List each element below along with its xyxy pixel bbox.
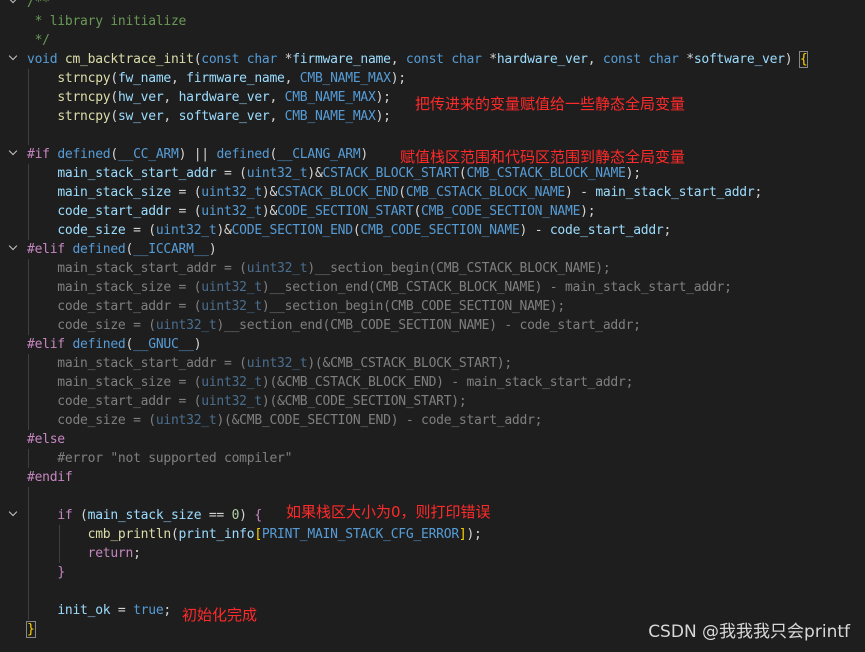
code-text: strncpy(fw_name, firmware_name, CMB_NAME… xyxy=(57,71,406,86)
code-text: void cm_backtrace_init(const char *firmw… xyxy=(27,51,809,68)
code-text: #elif defined(__ICCARM__) xyxy=(27,242,217,257)
code-line[interactable]: #error "not supported compiler" xyxy=(0,449,865,468)
code-line[interactable]: main_stack_size = (uint32_t)(&CMB_CSTACK… xyxy=(0,373,865,392)
code-line[interactable] xyxy=(0,126,865,145)
code-line[interactable]: * library initialize xyxy=(0,12,865,31)
code-text: code_start_addr = (uint32_t)__section_be… xyxy=(27,299,565,314)
code-text: main_stack_start_addr = (uint32_t)__sect… xyxy=(27,261,611,276)
code-line[interactable]: code_start_addr = (uint32_t)&CODE_SECTIO… xyxy=(0,202,865,221)
code-text: #error "not supported compiler" xyxy=(27,451,293,466)
code-line[interactable]: code_size = (uint32_t)(&CMB_CODE_SECTION… xyxy=(0,411,865,430)
code-text: code_start_addr = (uint32_t)&CODE_SECTIO… xyxy=(57,204,596,219)
code-line[interactable]: /** xyxy=(0,0,865,12)
annotation-assign-ranges: 赋值栈区范围和代码区范围到静态全局变量 xyxy=(400,148,686,166)
code-text: cmb_println(print_info[PRINT_MAIN_STACK_… xyxy=(87,527,482,542)
fold-chevron-icon[interactable] xyxy=(8,148,20,160)
code-text: code_size = (uint32_t)(&CMB_CODE_SECTION… xyxy=(27,413,543,428)
code-text: #endif xyxy=(27,470,73,485)
fold-chevron-icon[interactable] xyxy=(8,53,20,65)
code-text: /** xyxy=(27,0,50,10)
code-editor[interactable]: /** * library initialize */ void cm_back… xyxy=(0,0,865,652)
code-line[interactable]: main_stack_start_addr = (uint32_t)__sect… xyxy=(0,259,865,278)
code-line[interactable]: } xyxy=(0,563,865,582)
code-line[interactable]: strncpy(fw_name, firmware_name, CMB_NAME… xyxy=(0,69,865,88)
code-text: return; xyxy=(87,546,141,561)
code-text: code_start_addr = (uint32_t)(&CMB_CODE_S… xyxy=(27,394,467,409)
fold-chevron-icon[interactable] xyxy=(8,243,20,255)
code-line[interactable]: #else xyxy=(0,430,865,449)
fold-chevron-icon[interactable] xyxy=(8,509,20,521)
code-line[interactable]: cmb_println(print_info[PRINT_MAIN_STACK_… xyxy=(0,525,865,544)
code-line[interactable]: #endif xyxy=(0,468,865,487)
indent-guide xyxy=(28,126,29,145)
watermark: CSDN @我我我只会printf xyxy=(648,622,850,642)
code-text: main_stack_start_addr = (uint32_t)(&CMB_… xyxy=(27,356,512,371)
code-text: } xyxy=(57,565,65,580)
annotation-init-done: 初始化完成 xyxy=(182,606,258,624)
annotation-copy-vars: 把传进来的变量赋值给一些静态全局变量 xyxy=(415,95,686,113)
code-text: code_size = (uint32_t)&CODE_SECTION_END(… xyxy=(57,223,672,238)
code-text: init_ok = true; xyxy=(57,603,171,618)
code-line[interactable]: void cm_backtrace_init(const char *firmw… xyxy=(0,50,865,69)
code-line[interactable]: main_stack_size = (uint32_t)&CSTACK_BLOC… xyxy=(0,183,865,202)
code-line[interactable]: #elif defined(__ICCARM__) xyxy=(0,240,865,259)
code-line[interactable]: main_stack_size = (uint32_t)__section_en… xyxy=(0,278,865,297)
code-text: #if defined(__CC_ARM) || defined(__CLANG… xyxy=(27,147,368,162)
code-text: main_stack_size = (uint32_t)(&CMB_CSTACK… xyxy=(27,375,634,390)
code-text: main_stack_size = (uint32_t)&CSTACK_BLOC… xyxy=(57,185,763,200)
code-text: strncpy(sw_ver, software_ver, CMB_NAME_M… xyxy=(57,109,391,124)
code-line[interactable]: return; xyxy=(0,544,865,563)
annotation-check-stack: 如果栈区大小为0，则打印错误 xyxy=(286,503,491,521)
code-line[interactable]: main_stack_start_addr = (uint32_t)(&CMB_… xyxy=(0,354,865,373)
code-line[interactable] xyxy=(0,582,865,601)
code-text: main_stack_size = (uint32_t)__section_en… xyxy=(27,280,732,295)
code-line[interactable]: code_size = (uint32_t)__section_end(CMB_… xyxy=(0,316,865,335)
code-line[interactable]: */ xyxy=(0,31,865,50)
code-text: #else xyxy=(27,432,65,447)
code-text: */ xyxy=(27,33,50,48)
code-line[interactable]: code_start_addr = (uint32_t)(&CMB_CODE_S… xyxy=(0,392,865,411)
code-line[interactable]: code_start_addr = (uint32_t)__section_be… xyxy=(0,297,865,316)
code-text: strncpy(hw_ver, hardware_ver, CMB_NAME_M… xyxy=(57,90,391,105)
code-text: } xyxy=(26,621,36,638)
indent-guide xyxy=(28,487,29,506)
code-line[interactable]: code_size = (uint32_t)&CODE_SECTION_END(… xyxy=(0,221,865,240)
code-text: code_size = (uint32_t)__section_end(CMB_… xyxy=(27,318,641,333)
code-text: if (main_stack_size == 0) { xyxy=(57,508,262,523)
code-text: #elif defined(__GNUC__) xyxy=(27,337,202,352)
code-text: * library initialize xyxy=(27,14,187,29)
indent-guide xyxy=(28,582,29,601)
code-line[interactable]: #elif defined(__GNUC__) xyxy=(0,335,865,354)
fold-chevron-icon[interactable] xyxy=(8,0,20,8)
